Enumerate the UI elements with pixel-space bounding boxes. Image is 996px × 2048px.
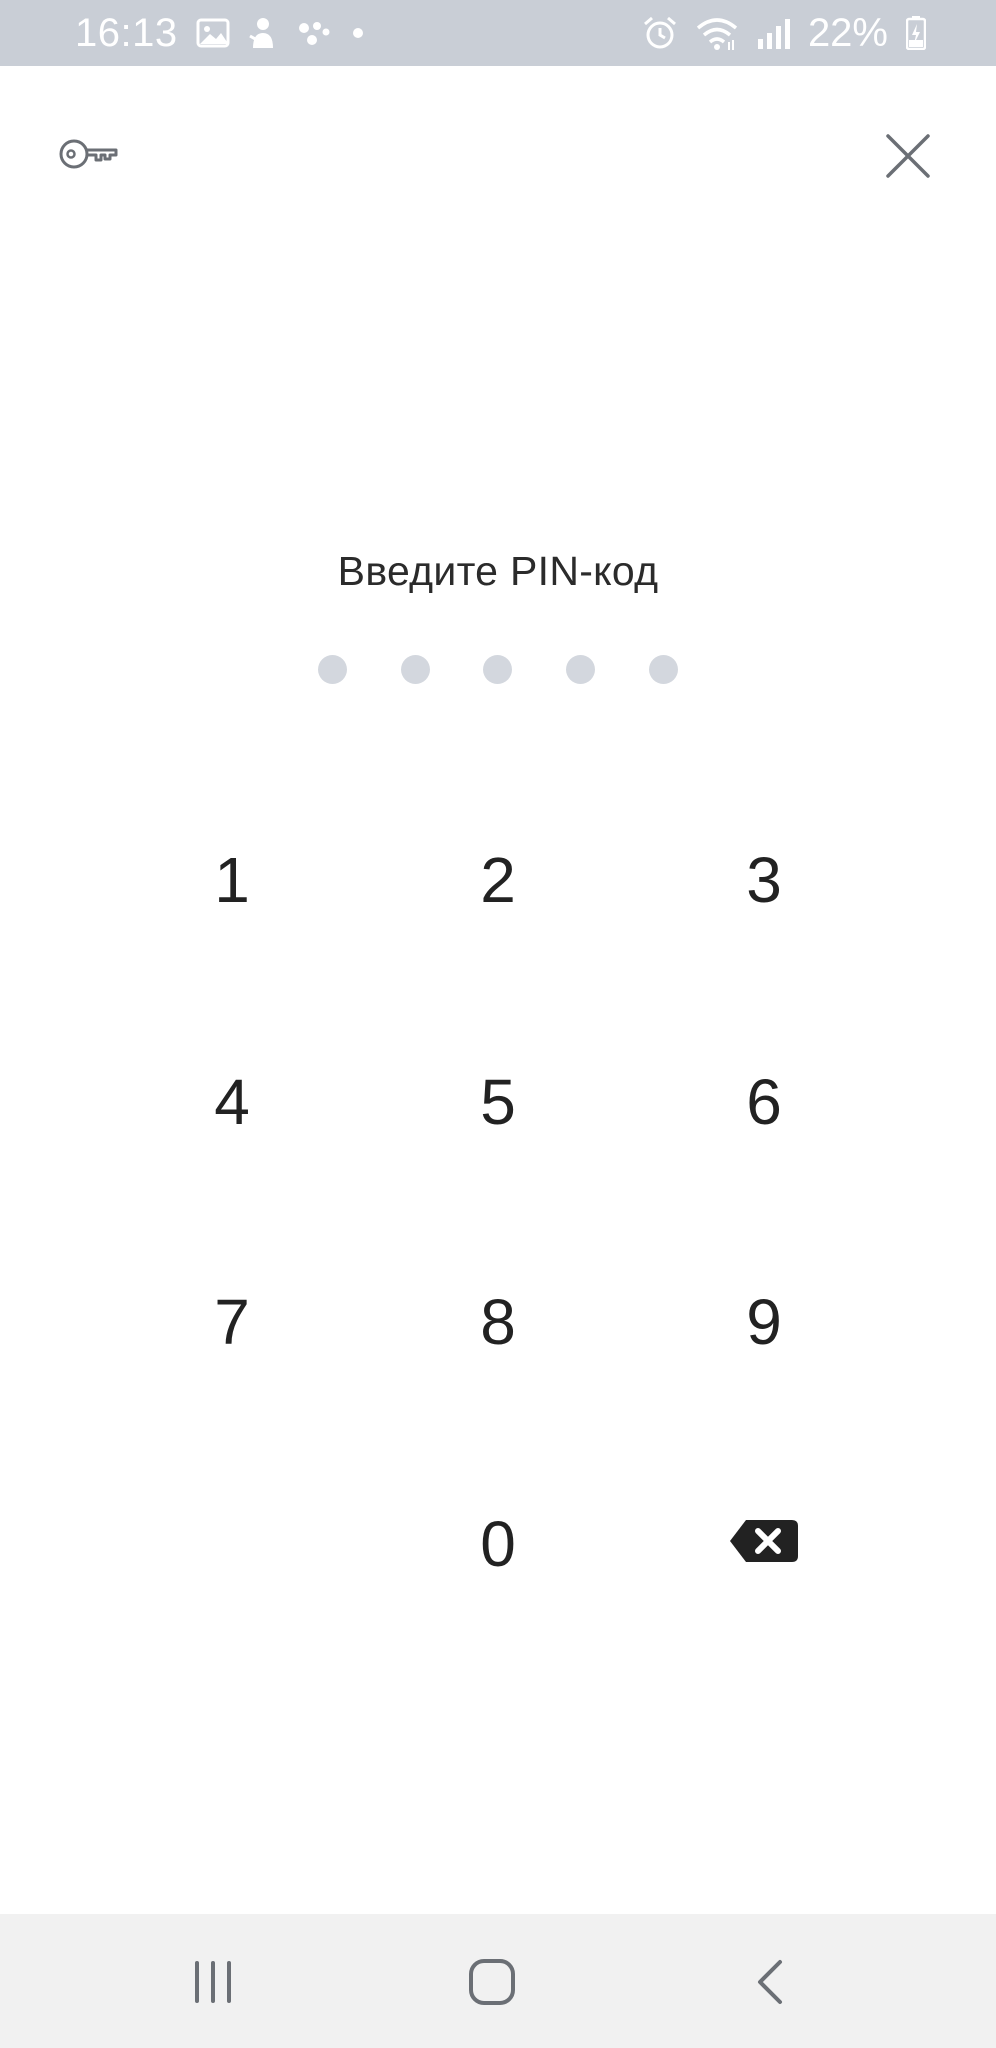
- home-button[interactable]: [432, 1944, 552, 2024]
- pin-entry-screen: 16:13 22% Введите PIN-код 1 2 3 4 5 6 7 …: [0, 0, 996, 2048]
- home-icon: [468, 1958, 516, 2011]
- key-3[interactable]: 3: [664, 800, 864, 960]
- pin-dot: [401, 655, 430, 684]
- key-button[interactable]: [54, 128, 124, 184]
- pin-dot: [318, 655, 347, 684]
- key-9[interactable]: 9: [664, 1242, 864, 1402]
- pin-dots: [0, 655, 996, 685]
- pin-dot: [649, 655, 678, 684]
- status-right: 22%: [642, 11, 926, 56]
- signal-icon: [756, 17, 790, 49]
- status-bar: 16:13 22%: [0, 0, 996, 66]
- key-4[interactable]: 4: [132, 1022, 332, 1182]
- key-8[interactable]: 8: [398, 1242, 598, 1402]
- recent-apps-icon: [191, 1960, 235, 2009]
- wifi-icon: [696, 16, 738, 50]
- delete-button[interactable]: [664, 1462, 864, 1622]
- navigation-bar: [0, 1914, 996, 2048]
- key-icon: [58, 136, 120, 177]
- keypad: 1 2 3 4 5 6 7 8 9 0: [0, 0, 996, 2048]
- key-6[interactable]: 6: [664, 1022, 864, 1182]
- close-button[interactable]: [876, 126, 940, 190]
- key-1[interactable]: 1: [132, 800, 332, 960]
- app-notification-icon: [248, 16, 278, 50]
- key-7[interactable]: 7: [132, 1242, 332, 1402]
- key-5[interactable]: 5: [398, 1022, 598, 1182]
- image-icon: [196, 18, 230, 48]
- assistant-icon: [296, 18, 332, 48]
- pin-dot: [483, 655, 512, 684]
- back-icon: [755, 1959, 785, 2010]
- key-0[interactable]: 0: [398, 1464, 598, 1624]
- status-time: 16:13: [75, 10, 178, 55]
- battery-charging-icon: [906, 16, 926, 50]
- status-left: 16:13: [75, 11, 366, 56]
- key-2[interactable]: 2: [398, 800, 598, 960]
- alarm-icon: [642, 15, 678, 51]
- battery-percent: 22%: [807, 10, 888, 55]
- more-dot-icon: [350, 25, 366, 41]
- pin-dot: [566, 655, 595, 684]
- recent-apps-button[interactable]: [153, 1944, 273, 2024]
- close-icon: [885, 133, 931, 184]
- back-button[interactable]: [710, 1944, 830, 2024]
- pin-prompt: Введите PIN-код: [337, 548, 659, 594]
- backspace-icon: [728, 1505, 800, 1579]
